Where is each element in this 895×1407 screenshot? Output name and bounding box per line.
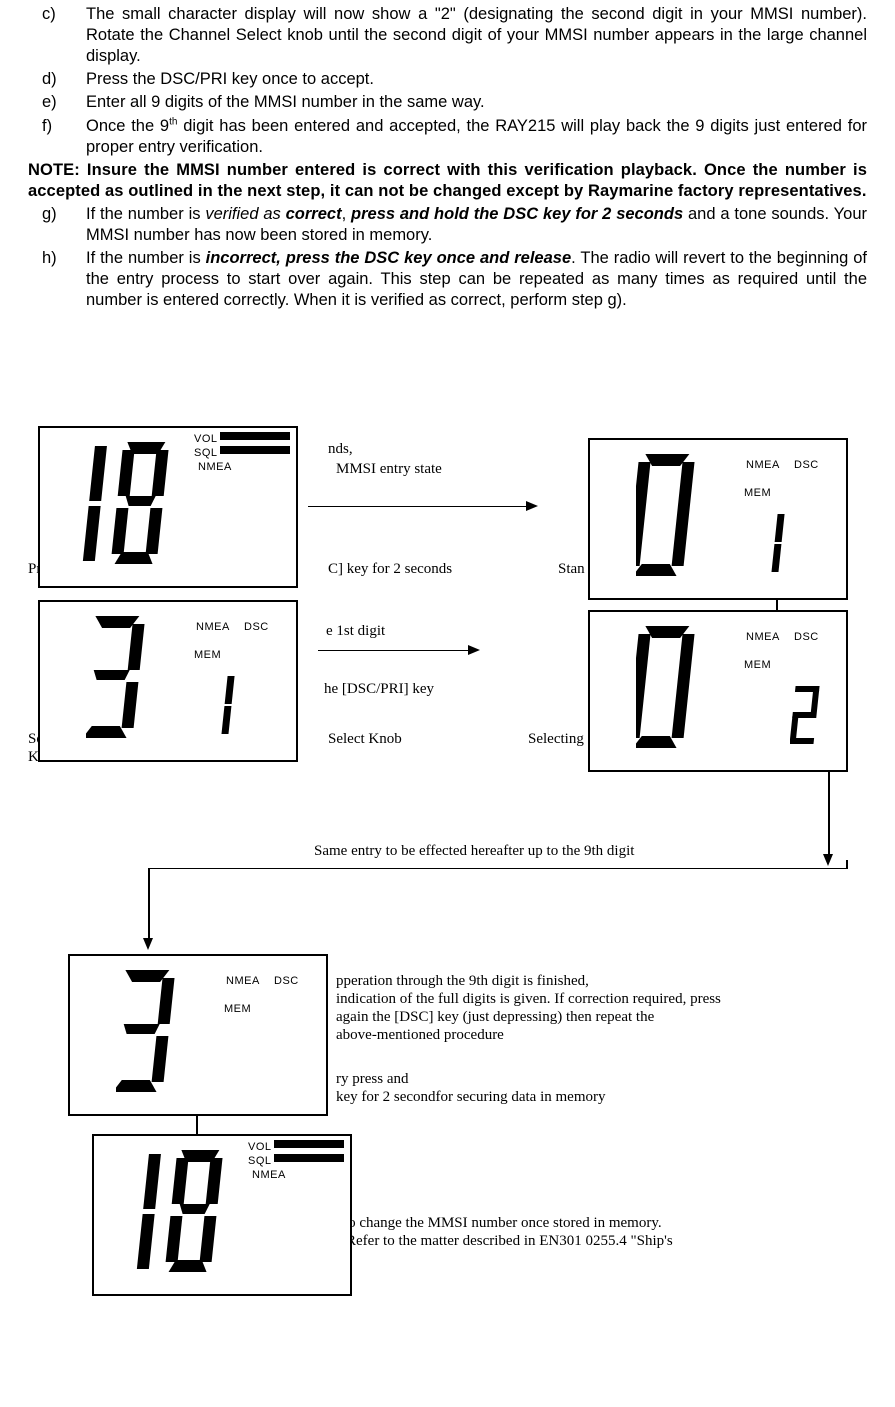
list-marker: f) — [28, 116, 86, 158]
sql-bar-icon — [274, 1154, 344, 1162]
list-text: Once the 9th digit has been entered and … — [86, 116, 867, 158]
seven-segment-icon — [86, 610, 156, 750]
arrow-icon — [846, 860, 848, 869]
sql-label: SQL — [194, 446, 218, 460]
list-text: If the number is incorrect, press the DS… — [86, 248, 867, 311]
arrow-head-icon — [143, 938, 153, 950]
nmea-label: NMEA — [196, 620, 230, 634]
list-item: e) Enter all 9 digits of the MMSI number… — [28, 92, 867, 113]
arrow-head-icon — [526, 501, 538, 511]
diagram-label: ry press and — [336, 1070, 408, 1089]
dsc-label: DSC — [244, 620, 269, 634]
vol-label: VOL — [248, 1140, 272, 1154]
dsc-label: DSC — [794, 458, 819, 472]
seven-segment-icon — [216, 672, 246, 742]
nmea-label: NMEA — [226, 974, 260, 988]
lcd-panel: NMEA DSC MEM — [588, 610, 848, 772]
nmea-label: NMEA — [198, 460, 232, 474]
arrow-icon — [148, 868, 150, 938]
list-item: d) Press the DSC/PRI key once to accept. — [28, 69, 867, 90]
diagram-label: above-mentioned procedure — [336, 1026, 504, 1045]
seven-segment-icon — [116, 964, 186, 1104]
list-item: c) The small character display will now … — [28, 4, 867, 67]
list-marker: c) — [28, 4, 86, 67]
diagram-label: Stan — [558, 560, 585, 579]
list-marker: d) — [28, 69, 86, 90]
diagram-label: MMSI entry state — [336, 460, 442, 479]
diagram-label: Refer to the matter described in EN301 0… — [346, 1232, 866, 1251]
nmea-label: NMEA — [746, 458, 780, 472]
mem-label: MEM — [194, 648, 221, 662]
arrow-head-icon — [468, 645, 480, 655]
sql-label: SQL — [248, 1154, 272, 1168]
lcd-panel: VOL SQL NMEA — [92, 1134, 352, 1296]
list-item: h) If the number is incorrect, press the… — [28, 248, 867, 311]
lcd-panel: VOL SQL NMEA — [38, 426, 298, 588]
list-item: f) Once the 9th digit has been entered a… — [28, 116, 867, 158]
arrow-head-icon — [823, 854, 833, 866]
list-item: g) If the number is verified as correct,… — [28, 204, 867, 246]
lcd-panel: NMEA DSC MEM — [588, 438, 848, 600]
list-text: Press the DSC/PRI key once to accept. — [86, 69, 867, 90]
diagram-label: nds, — [328, 440, 353, 459]
dsc-label: DSC — [794, 630, 819, 644]
instruction-list-gh: g) If the number is verified as correct,… — [28, 204, 867, 312]
list-marker: h) — [28, 248, 86, 311]
mem-label: MEM — [224, 1002, 251, 1016]
diagram-label: Selecting — [528, 730, 584, 749]
sql-bar-icon — [220, 446, 290, 454]
nmea-label: NMEA — [252, 1168, 286, 1182]
seven-segment-icon — [76, 436, 186, 576]
instruction-list: c) The small character display will now … — [28, 4, 867, 158]
list-text: Enter all 9 digits of the MMSI number in… — [86, 92, 867, 113]
diagram-label: l to change the MMSI number once stored … — [336, 1214, 662, 1233]
mem-label: MEM — [744, 658, 771, 672]
seven-segment-icon — [790, 682, 830, 752]
lcd-panel: NMEA DSC MEM — [68, 954, 328, 1116]
arrow-icon — [308, 506, 526, 508]
arrow-icon — [318, 650, 468, 652]
arrow-icon — [828, 768, 830, 854]
list-marker: e) — [28, 92, 86, 113]
list-text: If the number is verified as correct, pr… — [86, 204, 867, 246]
vol-bar-icon — [220, 432, 290, 440]
list-marker: g) — [28, 204, 86, 246]
diagram-label: again the [DSC] key (just depressing) th… — [336, 1008, 654, 1027]
seven-segment-icon — [636, 448, 706, 588]
diagram-label: e 1st digit — [326, 622, 385, 641]
diagram-label: indication of the full digits is given. … — [336, 990, 721, 1009]
seven-segment-icon — [636, 620, 706, 760]
diagram-label: pperation through the 9th digit is finis… — [336, 972, 589, 991]
dsc-label: DSC — [274, 974, 299, 988]
list-text: The small character display will now sho… — [86, 4, 867, 67]
vol-label: VOL — [194, 432, 218, 446]
arrow-icon — [148, 868, 848, 870]
seven-segment-icon — [766, 510, 796, 580]
diagram-label: Same entry to be effected hereafter up t… — [314, 842, 634, 861]
diagram-area: nds, MMSI entry state Press C] key for 2… — [28, 432, 868, 1362]
diagram-label: Select Knob — [328, 730, 402, 749]
seven-segment-icon — [130, 1144, 240, 1284]
lcd-panel: NMEA DSC MEM — [38, 600, 298, 762]
diagram-label: C] key for 2 seconds — [328, 560, 452, 579]
mem-label: MEM — [744, 486, 771, 500]
vol-bar-icon — [274, 1140, 344, 1148]
diagram-label: key for 2 secondfor securing data in mem… — [336, 1088, 606, 1107]
note-paragraph: NOTE: Insure the MMSI number entered is … — [28, 160, 867, 202]
nmea-label: NMEA — [746, 630, 780, 644]
diagram-label: he [DSC/PRI] key — [324, 680, 434, 699]
